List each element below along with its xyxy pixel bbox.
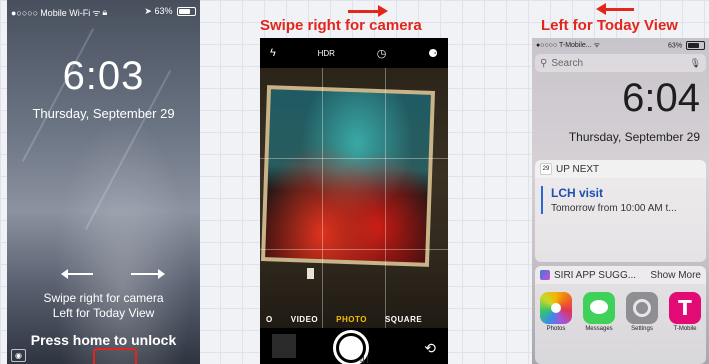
lock-icon: 🔒︎ bbox=[102, 7, 108, 17]
mode-video[interactable]: VIDEO bbox=[291, 315, 318, 324]
carrier-label: Mobile Wi-Fi bbox=[40, 7, 91, 18]
mode-partial[interactable]: O bbox=[266, 315, 273, 324]
battery-percent: 63% bbox=[668, 42, 683, 50]
microphone-icon[interactable]: 🎙︎ bbox=[690, 58, 701, 69]
signal-icon: ●○○○○ bbox=[11, 7, 39, 18]
calendar-icon: 29 bbox=[540, 163, 552, 175]
tmobile-icon: T bbox=[669, 292, 701, 324]
painting-subject bbox=[260, 85, 436, 267]
location-icon: ➤ bbox=[144, 6, 152, 16]
camera-mode-selector[interactable]: O VIDEO PHOTO SQUARE bbox=[260, 315, 448, 324]
battery-icon bbox=[177, 7, 196, 17]
camera-bottom-bar: 41 ⟲ bbox=[260, 328, 448, 364]
swipe-right-arrow-icon bbox=[131, 269, 165, 279]
grid-line bbox=[322, 68, 323, 340]
app-settings[interactable]: Settings bbox=[625, 292, 659, 332]
mode-photo[interactable]: PHOTO bbox=[336, 315, 367, 324]
battery-icon bbox=[686, 41, 705, 50]
camera-top-bar: ϟ HDR ◷ ⚈ bbox=[260, 38, 448, 68]
suggested-apps: Photos Messages Settings T T-Mobile bbox=[539, 292, 702, 332]
status-bar: ●○○○○ Mobile Wi-Fi ᯤ 🔒︎ ➤ 63% bbox=[11, 6, 196, 19]
calendar-event[interactable]: LCH visit Tomorrow from 10:00 AM t... bbox=[541, 186, 700, 214]
app-label: Messages bbox=[585, 326, 613, 332]
camera-viewfinder[interactable] bbox=[260, 68, 448, 340]
shutter-button[interactable]: 41 bbox=[333, 330, 370, 364]
hdr-toggle[interactable]: HDR bbox=[318, 49, 335, 58]
settings-icon bbox=[626, 292, 658, 324]
carrier-label: T-Mobile... bbox=[558, 42, 592, 49]
wifi-icon: ᯤ bbox=[92, 8, 101, 18]
mode-square[interactable]: SQUARE bbox=[385, 315, 422, 324]
up-next-widget[interactable]: 29 UP NEXT LCH visit Tomorrow from 10:00… bbox=[535, 160, 706, 262]
last-photo-thumbnail[interactable] bbox=[272, 334, 296, 358]
app-messages[interactable]: Messages bbox=[582, 292, 616, 332]
siri-icon bbox=[540, 270, 550, 280]
messages-icon bbox=[583, 292, 615, 324]
swipe-left-arrow-icon bbox=[61, 269, 93, 279]
grid-line bbox=[385, 68, 386, 340]
flip-camera-icon[interactable]: ⟲ bbox=[424, 340, 436, 357]
today-date: Thursday, September 29 bbox=[568, 130, 700, 144]
app-tmobile[interactable]: T T-Mobile bbox=[668, 292, 702, 332]
wifi-icon: ᯤ bbox=[593, 42, 601, 49]
wall-outlet bbox=[307, 268, 314, 279]
app-label: Settings bbox=[631, 326, 653, 332]
show-more-button[interactable]: Show More bbox=[650, 270, 701, 281]
arrow-right-icon bbox=[348, 5, 388, 17]
signal-icon: ●○○○○ bbox=[536, 42, 558, 49]
battery-percent: 63% bbox=[154, 6, 173, 16]
hint-today: Left for Today View bbox=[52, 306, 155, 320]
search-input[interactable]: ⚲ Search 🎙︎ bbox=[535, 54, 706, 72]
camera-shortcut-icon[interactable]: ◉ bbox=[11, 349, 26, 362]
siri-header: SIRI APP SUGG... Show More bbox=[535, 266, 706, 284]
arrow-left-icon bbox=[596, 3, 634, 15]
press-home-label: Press home to unlock bbox=[30, 332, 177, 348]
search-placeholder: Search bbox=[551, 57, 584, 69]
today-time: 6:04 bbox=[622, 76, 700, 120]
lock-time: 6:03 bbox=[62, 54, 145, 98]
filters-icon[interactable]: ⚈ bbox=[428, 47, 438, 60]
siri-title: SIRI APP SUGG... bbox=[554, 269, 637, 281]
up-next-header: 29 UP NEXT bbox=[535, 160, 706, 178]
grid-line bbox=[260, 249, 448, 250]
flash-icon[interactable]: ϟ bbox=[270, 47, 276, 59]
grid-line bbox=[260, 158, 448, 159]
camera-phone: ϟ HDR ◷ ⚈ O VIDEO PHOTO SQUARE 41 ⟲ bbox=[260, 38, 448, 364]
app-photos[interactable]: Photos bbox=[539, 292, 573, 332]
caption-today: Left for Today View bbox=[541, 17, 678, 34]
event-title: LCH visit bbox=[551, 186, 604, 200]
caption-camera: Swipe right for camera bbox=[260, 17, 422, 34]
photos-icon bbox=[540, 292, 572, 324]
event-time: Tomorrow from 10:00 AM t... bbox=[551, 203, 677, 214]
app-label: T-Mobile bbox=[673, 326, 697, 332]
search-icon: ⚲ bbox=[540, 57, 548, 69]
today-view-phone: ●○○○○ T-Mobile... ᯤ 63% ⚲ Search 🎙︎ 6:04… bbox=[532, 38, 709, 364]
lockscreen-phone: ●○○○○ Mobile Wi-Fi ᯤ 🔒︎ ➤ 63% 6:03 Thurs… bbox=[7, 0, 200, 364]
app-label: Photos bbox=[546, 326, 566, 332]
siri-suggestions-widget: SIRI APP SUGG... Show More Photos Messag… bbox=[535, 266, 706, 364]
up-next-title: UP NEXT bbox=[556, 163, 600, 175]
status-bar: ●○○○○ T-Mobile... ᯤ 63% bbox=[536, 41, 705, 50]
timer-icon[interactable]: ◷ bbox=[377, 47, 387, 60]
shutter-badge: 41 bbox=[360, 355, 370, 364]
hint-camera: Swipe right for camera bbox=[43, 291, 164, 305]
home-button-highlight[interactable] bbox=[93, 348, 137, 364]
lock-date: Thursday, September 29 bbox=[32, 106, 175, 121]
